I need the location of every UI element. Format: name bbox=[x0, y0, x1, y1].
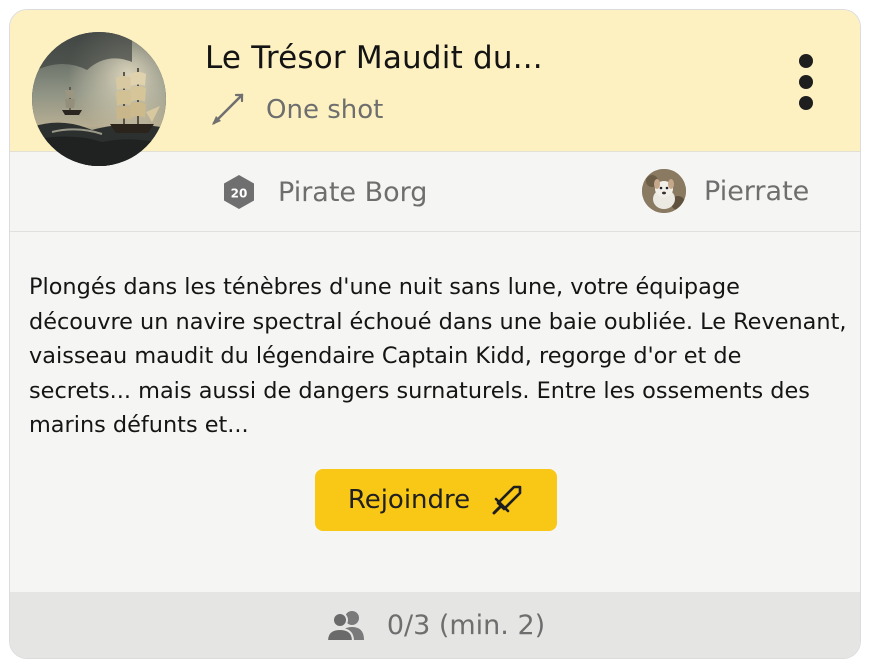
avatar bbox=[642, 169, 686, 213]
campaign-card[interactable]: Le Trésor Maudit du... One shot 20 Pirat… bbox=[9, 9, 861, 659]
card-footer: 0/3 (min. 2) bbox=[10, 592, 860, 658]
users-icon bbox=[325, 611, 364, 641]
join-button[interactable]: Rejoindre bbox=[315, 469, 557, 531]
campaign-type-label: One shot bbox=[266, 95, 384, 125]
game-master-name: Pierrate bbox=[704, 175, 810, 207]
campaign-description: Plongés dans les ténèbres d'une nuit san… bbox=[29, 274, 847, 438]
wand-icon bbox=[212, 93, 244, 125]
join-button-label: Rejoindre bbox=[347, 485, 471, 515]
campaign-meta: 20 Pirate Borg Pierrate bbox=[10, 152, 860, 232]
players-count: 0/3 (min. 2) bbox=[386, 609, 546, 641]
sword-icon bbox=[492, 485, 522, 515]
game-system-label: Pirate Borg bbox=[278, 176, 428, 208]
campaign-title[interactable]: Le Trésor Maudit du... bbox=[205, 40, 543, 76]
more-options-icon[interactable] bbox=[790, 50, 822, 114]
game-master[interactable]: Pierrate bbox=[642, 168, 809, 214]
game-system[interactable]: 20 Pirate Borg bbox=[222, 172, 427, 212]
campaign-cover-image bbox=[32, 32, 166, 166]
campaign-type: One shot bbox=[208, 90, 383, 130]
d20-value: 20 bbox=[231, 187, 248, 201]
d20-icon: 20 bbox=[224, 175, 254, 209]
